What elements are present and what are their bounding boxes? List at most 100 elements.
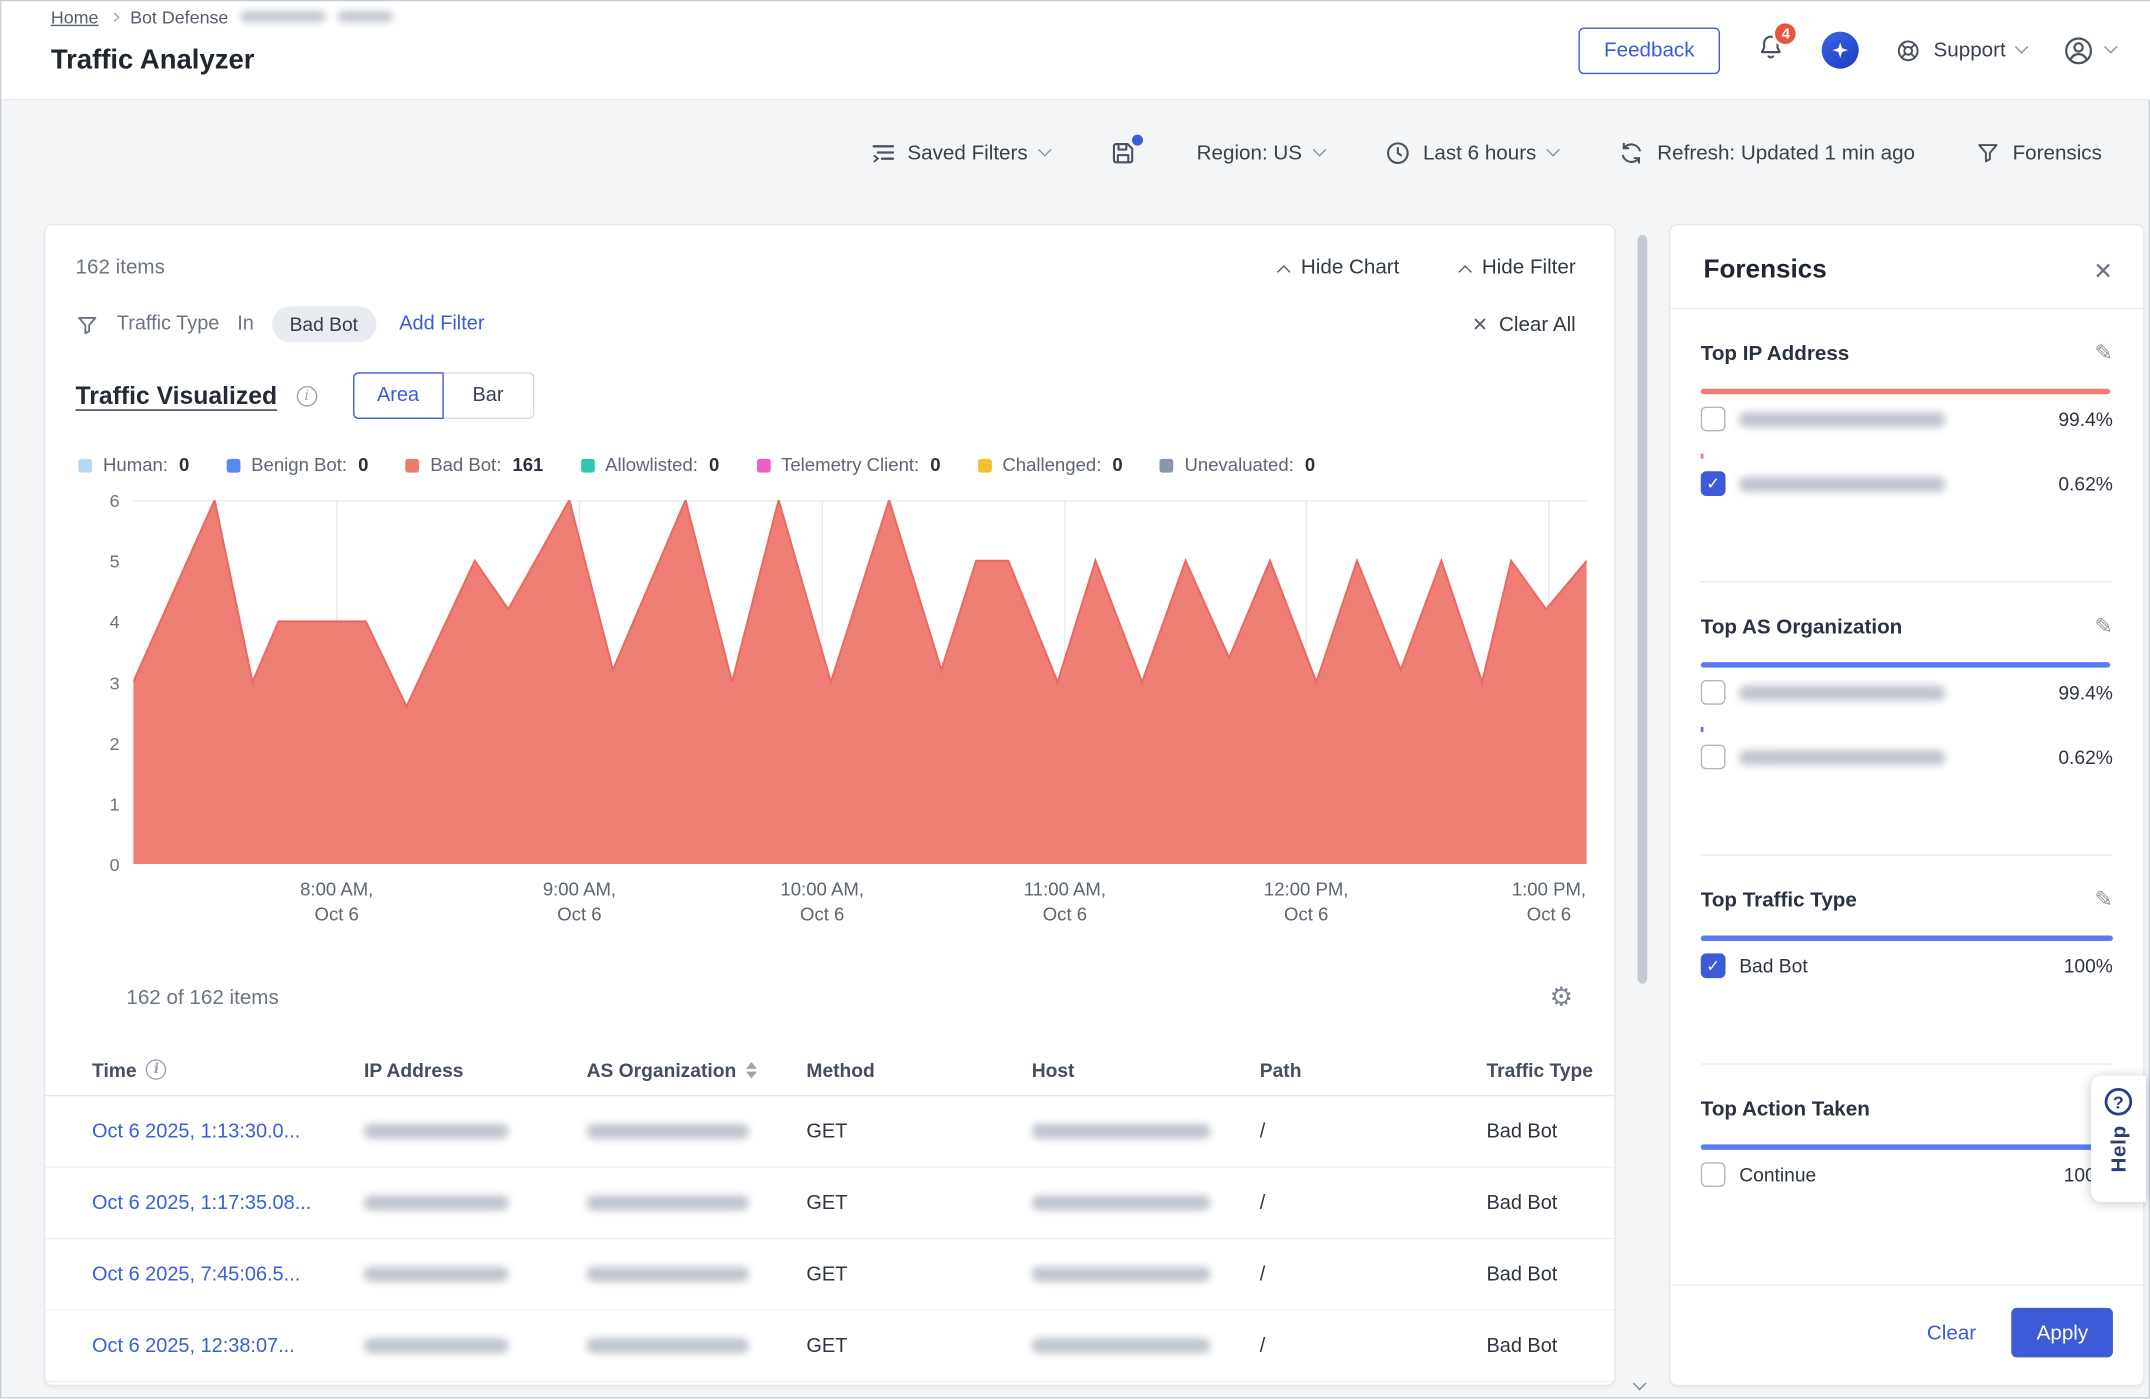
edit-pencil-icon[interactable]: ✎ <box>2094 613 2112 640</box>
blurred-host-value <box>1032 1195 1211 1210</box>
legend-swatch <box>756 458 770 472</box>
blurred-ip-value <box>364 1124 508 1139</box>
col-header-host[interactable]: Host <box>1032 1059 1260 1081</box>
chart-title: Traffic Visualized <box>76 381 278 410</box>
add-filter-button[interactable]: Add Filter <box>399 313 484 335</box>
col-header-ip[interactable]: IP Address <box>364 1059 587 1081</box>
path-cell: / <box>1260 1192 1487 1214</box>
method-cell: GET <box>806 1335 1031 1357</box>
notifications-button[interactable]: 4 <box>1756 32 1786 69</box>
header-left: Home Bot Defense Traffic Analyzer <box>51 6 393 94</box>
forensics-checkbox[interactable] <box>1701 471 1726 496</box>
time-link[interactable]: Oct 6 2025, 1:13:30.0... <box>92 1120 364 1142</box>
assistant-button[interactable] <box>1822 32 1859 69</box>
time-link[interactable]: Oct 6 2025, 1:17:35.08... <box>92 1192 364 1214</box>
legend-swatch <box>226 458 240 472</box>
scroll-down-arrow[interactable] <box>1635 1372 1645 1397</box>
apply-button[interactable]: Apply <box>2012 1308 2113 1357</box>
blurred-ip-value <box>364 1338 508 1353</box>
feedback-button[interactable]: Feedback <box>1578 27 1721 74</box>
hide-filter-toggle[interactable]: Hide Filter <box>1460 256 1576 279</box>
section-title: Top Action Taken <box>1701 1097 1870 1120</box>
y-tick-label: 2 <box>110 733 120 754</box>
clear-button[interactable]: Clear <box>1927 1321 1976 1344</box>
table-row[interactable]: Oct 6 2025, 12:38:07... GET / Bad Bot <box>45 1311 1614 1382</box>
table-row[interactable]: Oct 6 2025, 1:17:35.08... GET / Bad Bot <box>45 1168 1614 1239</box>
pagination-text: 162 of 162 items <box>126 986 278 1009</box>
forensics-checkbox[interactable] <box>1701 1162 1726 1187</box>
blurred-as-org-value <box>587 1267 749 1282</box>
vertical-scrollbar[interactable] <box>1638 235 1648 984</box>
region-label: Region: US <box>1197 141 1302 164</box>
path-cell: / <box>1260 1263 1487 1285</box>
col-header-time[interactable]: Time i <box>92 1059 364 1081</box>
save-filter-button[interactable] <box>1110 139 1136 165</box>
region-dropdown[interactable]: Region: US <box>1197 141 1324 164</box>
area-chart-canvas[interactable] <box>133 500 1586 864</box>
help-label: Help <box>2107 1125 2130 1172</box>
support-label: Support <box>1934 38 2006 61</box>
legend-item-challenged[interactable]: Challenged 0 <box>978 455 1123 476</box>
legend-item-human[interactable]: Human 0 <box>78 455 189 476</box>
table-row[interactable]: Oct 6 2025, 7:45:06.5... GET / Bad Bot <box>45 1239 1614 1310</box>
chart-mode-area-button[interactable]: Area <box>353 372 444 419</box>
blurred-as-org-value <box>587 1195 749 1210</box>
col-header-as-organization[interactable]: AS Organization <box>587 1059 807 1081</box>
chevron-down-icon <box>1312 142 1326 156</box>
legend-item-telemetry-client[interactable]: Telemetry Client 0 <box>756 455 940 476</box>
hide-chart-toggle[interactable]: Hide Chart <box>1279 256 1399 279</box>
forensics-checkbox[interactable] <box>1701 407 1726 432</box>
col-header-traffic-type[interactable]: Traffic Type <box>1486 1059 1614 1081</box>
col-header-method[interactable]: Method <box>806 1059 1031 1081</box>
blurred-ip-value <box>1739 476 1945 491</box>
filter-value-chip[interactable]: Bad Bot <box>272 306 376 342</box>
filter-operator-label[interactable]: In <box>237 313 254 335</box>
chevron-down-icon <box>2104 40 2118 54</box>
blurred-host-value <box>1032 1338 1211 1353</box>
refresh-button[interactable]: Refresh: Updated 1 min ago <box>1619 139 1915 165</box>
y-tick-label: 4 <box>110 612 120 633</box>
forensics-checkbox[interactable] <box>1701 953 1726 978</box>
table-settings-gear-icon[interactable]: ⚙ <box>1550 985 1573 1011</box>
legend-item-unevaluated[interactable]: Unevaluated 0 <box>1160 455 1315 476</box>
x-tick-label: 10:00 AM,Oct 6 <box>740 878 905 928</box>
forensics-checkbox[interactable] <box>1701 680 1726 705</box>
account-menu[interactable] <box>2062 34 2116 67</box>
support-menu[interactable]: Support <box>1895 36 2026 63</box>
filter-field-label[interactable]: Traffic Type <box>117 313 220 335</box>
method-cell: GET <box>806 1192 1031 1214</box>
forensics-section-top-action-taken: Top Action Taken ✎ Continue 100% <box>1701 1065 2113 1272</box>
time-link[interactable]: Oct 6 2025, 7:45:06.5... <box>92 1263 364 1285</box>
time-range-dropdown[interactable]: Last 6 hours <box>1384 139 1558 165</box>
forensics-toggle[interactable]: Forensics <box>1975 140 2101 165</box>
x-tick-label: 1:00 PM,Oct 6 <box>1467 878 1616 928</box>
saved-filters-dropdown[interactable]: Saved Filters <box>870 141 1049 164</box>
forensics-checkbox[interactable] <box>1701 745 1726 770</box>
chart-mode-bar-button[interactable]: Bar <box>443 372 534 419</box>
app-viewport: Home Bot Defense Traffic Analyzer Feedba… <box>0 0 2150 1399</box>
edit-pencil-icon[interactable]: ✎ <box>2094 886 2112 913</box>
section-title: Top AS Organization <box>1701 615 1902 638</box>
breadcrumb-redacted <box>241 11 326 22</box>
y-tick-label: 3 <box>110 672 120 693</box>
chart-legend: Human 0 Benign Bot 0 Bad Bot 161 Allowli… <box>45 419 1614 475</box>
time-link[interactable]: Oct 6 2025, 12:38:07... <box>92 1335 364 1357</box>
help-tab[interactable]: ? Help <box>2091 1076 2146 1202</box>
edit-pencil-icon[interactable]: ✎ <box>2094 339 2112 366</box>
info-icon[interactable]: i <box>296 385 317 406</box>
blurred-as-org-value <box>1739 749 1945 764</box>
table-row[interactable]: Oct 6 2025, 1:13:30.0... GET / Bad Bot <box>45 1096 1614 1167</box>
info-icon[interactable]: i <box>146 1059 167 1080</box>
breadcrumb-home[interactable]: Home <box>51 6 99 27</box>
sort-icon[interactable] <box>746 1061 757 1077</box>
clear-all-button[interactable]: ✕ Clear All <box>1472 313 1576 336</box>
legend-item-benign-bot[interactable]: Benign Bot 0 <box>226 455 368 476</box>
col-header-path[interactable]: Path <box>1260 1059 1487 1081</box>
breadcrumb-bot-defense[interactable]: Bot Defense <box>130 6 228 27</box>
x-tick-label: 8:00 AM,Oct 6 <box>254 878 419 928</box>
percent-label: 99.4% <box>2058 408 2113 430</box>
legend-item-allowlisted[interactable]: Allowlisted 0 <box>580 455 719 476</box>
top-header: Home Bot Defense Traffic Analyzer Feedba… <box>1 1 2150 100</box>
legend-item-bad-bot[interactable]: Bad Bot 161 <box>405 455 543 476</box>
close-icon[interactable]: ✕ <box>2093 259 2113 282</box>
